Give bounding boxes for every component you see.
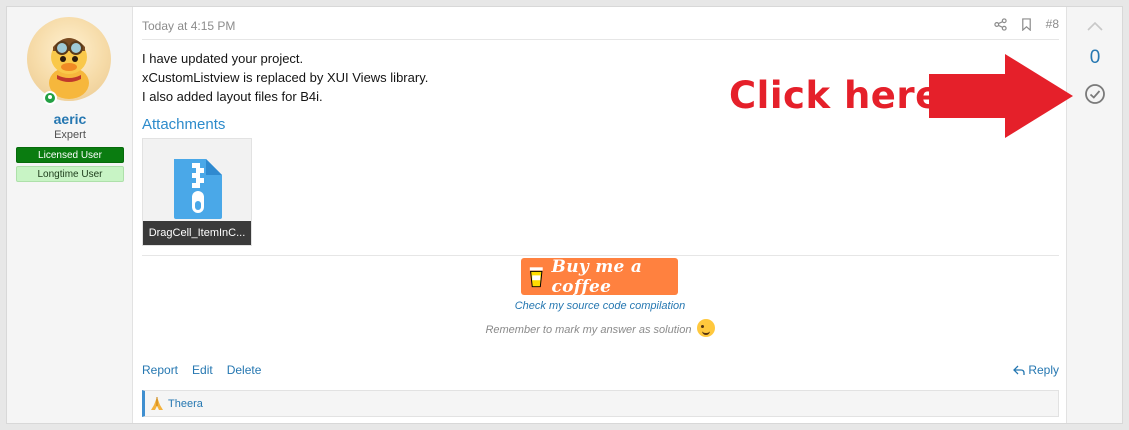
signature-note: Remember to mark my answer as solution	[133, 319, 1067, 339]
report-link[interactable]: Report	[142, 363, 178, 377]
longtime-user-banner: Longtime User	[16, 166, 124, 182]
wink-emoji-icon	[696, 319, 715, 337]
source-code-link-text[interactable]: Check my source code compilation	[515, 300, 686, 312]
mark-solution-button[interactable]	[1084, 83, 1106, 110]
red-arrow-icon	[927, 52, 1077, 145]
avatar[interactable]	[27, 17, 111, 101]
user-info-column: aeric Expert Licensed User Longtime User	[7, 7, 133, 423]
attachments-title: Attachments	[142, 116, 226, 133]
reply-label: Reply	[1028, 363, 1059, 377]
attachment-filename[interactable]: DragCell_ItemInC...	[143, 221, 251, 245]
coffee-cup-icon	[529, 266, 543, 287]
reactions-bar: Theera	[142, 390, 1059, 417]
chevron-up-icon	[1087, 21, 1103, 31]
post-actions: Report Edit Delete	[142, 363, 261, 377]
message-line: xCustomListview is replaced by XUI Views…	[142, 70, 429, 85]
zip-file-icon	[170, 157, 226, 226]
share-icon[interactable]	[993, 17, 1007, 31]
delete-link[interactable]: Delete	[227, 363, 262, 377]
buy-me-a-coffee-button[interactable]: Buy me a coffee	[521, 256, 678, 297]
source-code-link: Check my source code compilation	[133, 300, 1067, 312]
duck-avatar-icon	[49, 38, 89, 99]
message-line: I have updated your project.	[142, 51, 304, 66]
message-line: I also added layout files for B4i.	[142, 89, 323, 104]
coffee-label: Buy me a coffee	[551, 256, 643, 297]
reply-button[interactable]: Reply	[1013, 363, 1059, 377]
username[interactable]: aeric	[7, 111, 133, 127]
user-title: Expert	[54, 129, 86, 141]
pray-hands-icon	[151, 396, 163, 410]
post-number[interactable]: #8	[1046, 17, 1059, 31]
post-message: I have updated your project. xCustomList…	[142, 49, 428, 106]
licensed-user-banner: Licensed User	[16, 147, 124, 163]
online-status-icon	[43, 91, 57, 105]
reaction-user[interactable]: Theera	[168, 398, 203, 410]
edit-link[interactable]: Edit	[192, 363, 213, 377]
signature-note-text: Remember to mark my answer as solution	[485, 323, 692, 336]
header-divider	[142, 39, 1059, 40]
post-header-actions: #8	[993, 17, 1059, 31]
bookmark-icon[interactable]	[1021, 17, 1032, 31]
click-here-annotation: Click here	[729, 74, 941, 117]
check-circle-icon	[1085, 84, 1105, 104]
attachment-card[interactable]: DragCell_ItemInC...	[142, 138, 252, 246]
post-date[interactable]: Today at 4:15 PM	[142, 19, 235, 33]
reply-icon	[1013, 365, 1025, 375]
upvote-button[interactable]	[1086, 19, 1104, 37]
